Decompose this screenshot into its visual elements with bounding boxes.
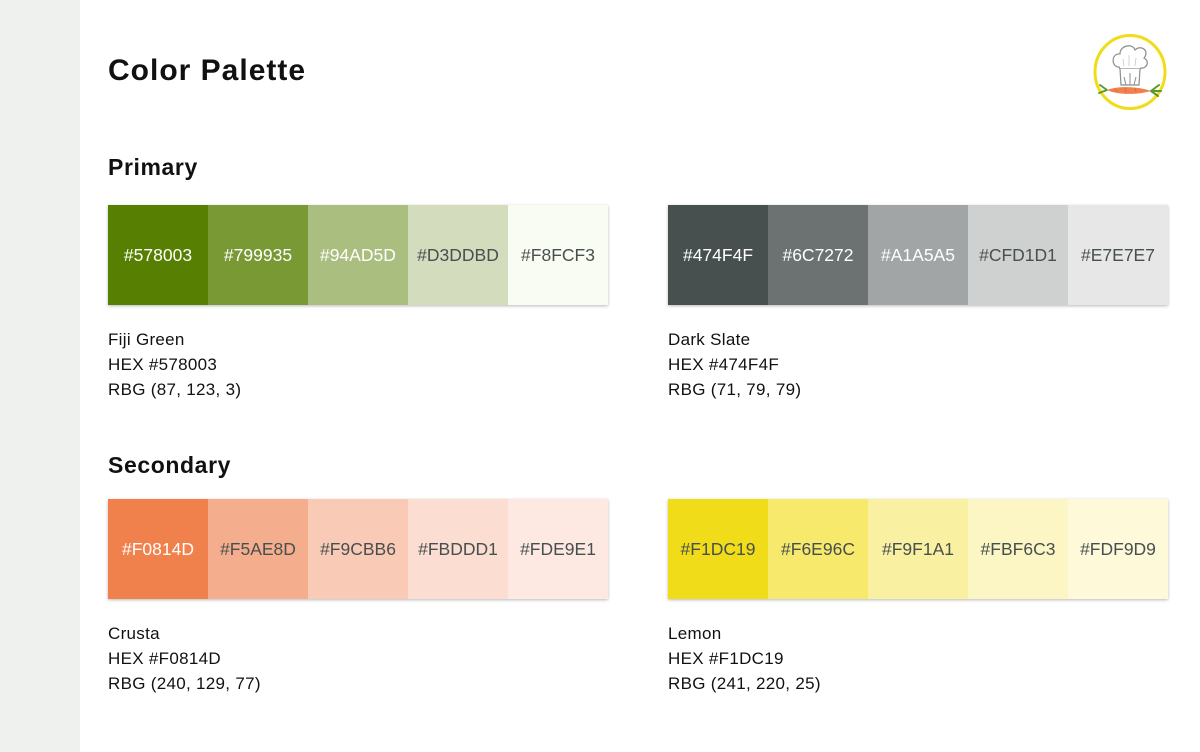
- swatch-row: #578003 #799935 #94AD5D #D3DDBD #F8FCF3: [108, 205, 608, 305]
- color-swatch: #FBF6C3: [968, 499, 1068, 599]
- color-swatch: #FDE9E1: [508, 499, 608, 599]
- section-title-secondary: Secondary: [108, 452, 232, 478]
- palette-lemon: #F1DC19 #F6E96C #F9F1A1 #FBF6C3 #FDF9D9 Lemo…: [668, 499, 1168, 696]
- color-swatch: #D3DDBD: [408, 205, 508, 305]
- swatch-row: #F1DC19 #F6E96C #F9F1A1 #FBF6C3 #FDF9D9: [668, 499, 1168, 599]
- palette-rgb: RBG (240, 129, 77): [108, 674, 261, 693]
- color-swatch: #799935: [208, 205, 308, 305]
- color-swatch: #6C7272: [768, 205, 868, 305]
- color-swatch: #F8FCF3: [508, 205, 608, 305]
- color-swatch: #F1DC19: [668, 499, 768, 599]
- palette-fiji-green: #578003 #799935 #94AD5D #D3DDBD #F8FCF3 Fiji…: [108, 205, 608, 402]
- color-swatch: #A1A5A5: [868, 205, 968, 305]
- color-swatch: #FBDDD1: [408, 499, 508, 599]
- palette-hex: HEX #F1DC19: [668, 649, 784, 668]
- chef-hat-carrot-icon: [1093, 33, 1167, 111]
- color-swatch: #474F4F: [668, 205, 768, 305]
- color-swatch: #F9F1A1: [868, 499, 968, 599]
- color-swatch: #CFD1D1: [968, 205, 1068, 305]
- palette-name: Dark Slate: [668, 330, 751, 349]
- palette-rgb: RBG (71, 79, 79): [668, 380, 802, 399]
- palette-info: Crusta HEX #F0814D RBG (240, 129, 77): [108, 621, 608, 696]
- color-swatch: #F9CBB6: [308, 499, 408, 599]
- palette-info: Dark Slate HEX #474F4F RBG (71, 79, 79): [668, 327, 1168, 402]
- palette-dark-slate: #474F4F #6C7272 #A1A5A5 #CFD1D1 #E7E7E7 Dark…: [668, 205, 1168, 402]
- color-swatch: #E7E7E7: [1068, 205, 1168, 305]
- palette-name: Fiji Green: [108, 330, 185, 349]
- page-title: Color Palette: [108, 54, 307, 87]
- side-strip: [0, 0, 80, 752]
- color-swatch: #F6E96C: [768, 499, 868, 599]
- palette-rgb: RBG (87, 123, 3): [108, 380, 242, 399]
- palette-rgb: RBG (241, 220, 25): [668, 674, 821, 693]
- section-title-primary: Primary: [108, 154, 198, 180]
- palette-hex: HEX #578003: [108, 355, 218, 374]
- swatch-row: #F0814D #F5AE8D #F9CBB6 #FBDDD1 #FDE9E1: [108, 499, 608, 599]
- color-swatch: #F0814D: [108, 499, 208, 599]
- palette-info: Fiji Green HEX #578003 RBG (87, 123, 3): [108, 327, 608, 402]
- color-swatch: #94AD5D: [308, 205, 408, 305]
- palette-info: Lemon HEX #F1DC19 RBG (241, 220, 25): [668, 621, 1168, 696]
- color-swatch: #FDF9D9: [1068, 499, 1168, 599]
- swatch-row: #474F4F #6C7272 #A1A5A5 #CFD1D1 #E7E7E7: [668, 205, 1168, 305]
- palette-hex: HEX #474F4F: [668, 355, 780, 374]
- color-swatch: #578003: [108, 205, 208, 305]
- palette-hex: HEX #F0814D: [108, 649, 221, 668]
- palette-name: Lemon: [668, 624, 722, 643]
- palette-name: Crusta: [108, 624, 160, 643]
- palette-crusta: #F0814D #F5AE8D #F9CBB6 #FBDDD1 #FDE9E1 Crus…: [108, 499, 608, 696]
- color-swatch: #F5AE8D: [208, 499, 308, 599]
